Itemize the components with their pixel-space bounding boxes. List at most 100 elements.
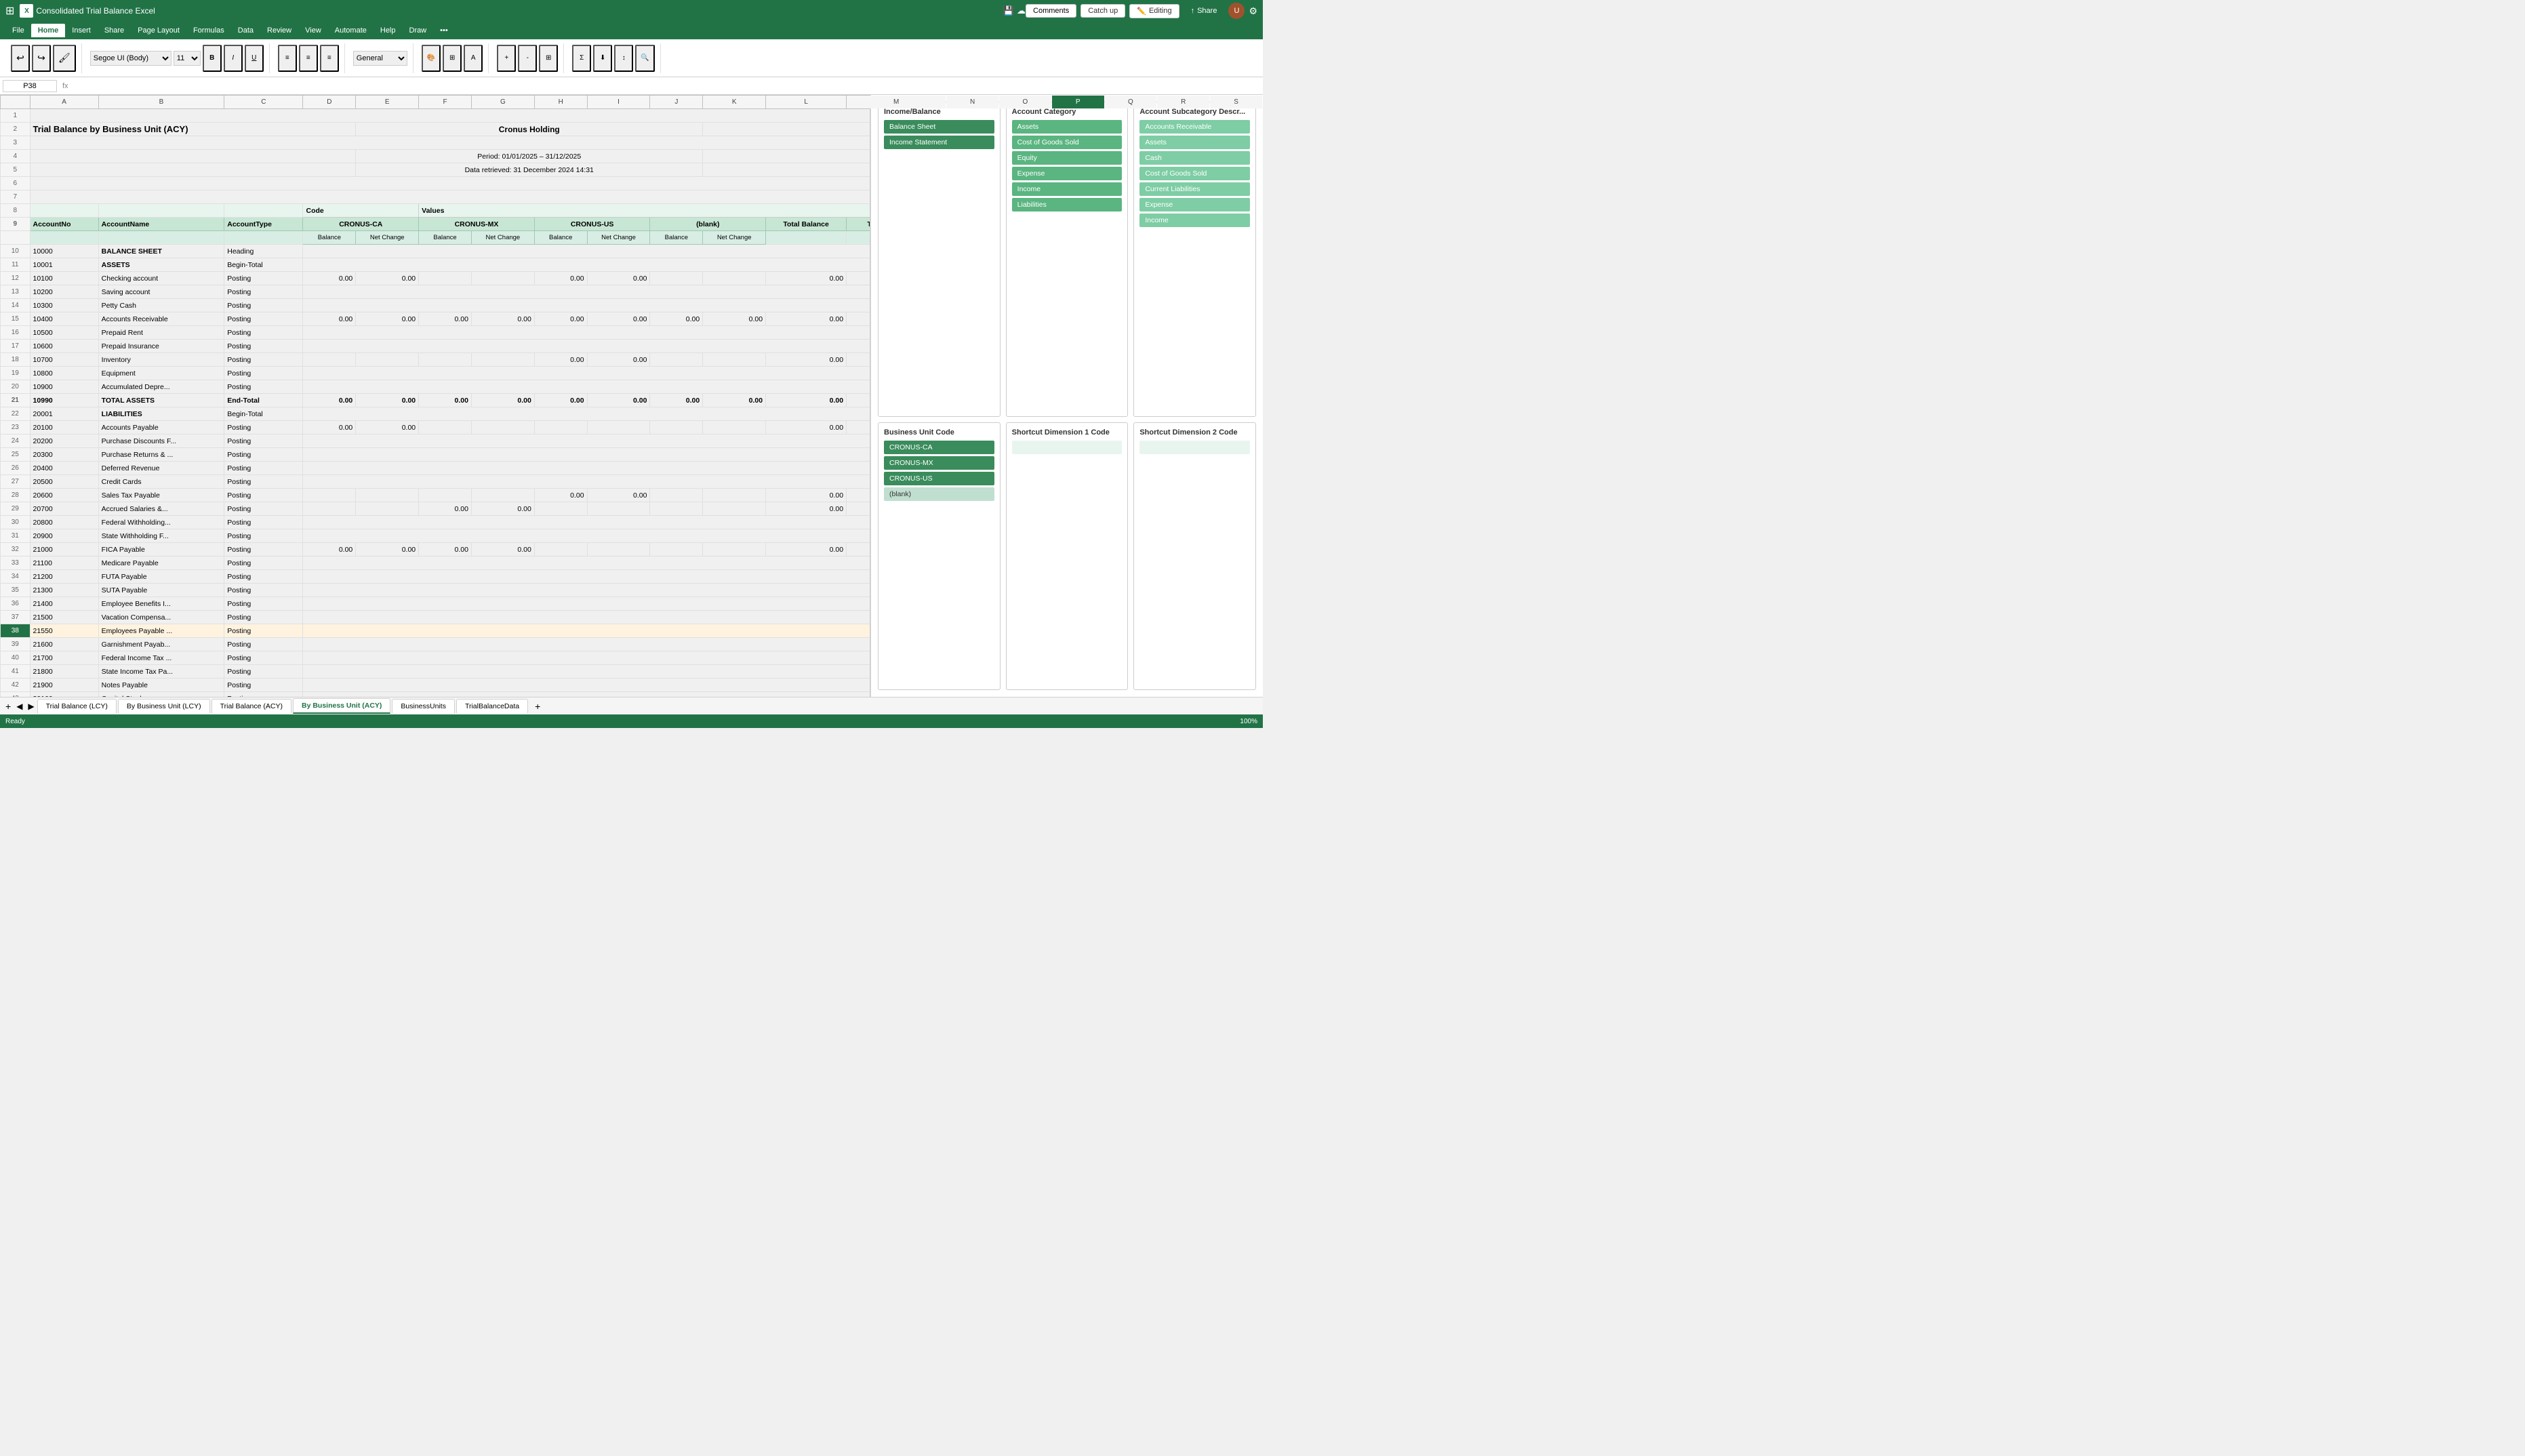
cell[interactable]: 0.00 <box>419 394 472 407</box>
cell-acctno[interactable]: 21000 <box>30 543 98 557</box>
align-center[interactable]: ≡ <box>299 45 318 72</box>
filter-item-current-liabilities[interactable]: Current Liabilities <box>1139 182 1250 196</box>
filter-item-subcateg-expense[interactable]: Expense <box>1139 198 1250 211</box>
add-sheet-button[interactable]: + <box>3 701 14 712</box>
col-header-r[interactable]: R <box>1157 96 1210 109</box>
font-selector[interactable]: Segoe UI (Body) <box>90 51 171 66</box>
cell[interactable]: 0.00 <box>419 502 472 516</box>
cell-acctno[interactable]: 20500 <box>30 475 98 489</box>
cell-accttype[interactable]: Posting <box>224 584 303 597</box>
sheet-tab-lcy[interactable]: Trial Balance (LCY) <box>37 699 117 713</box>
tab-help[interactable]: Help <box>373 24 403 37</box>
sheet-tab-bu-acy[interactable]: By Business Unit (ACY) <box>293 698 390 714</box>
cell-acctno[interactable]: 10400 <box>30 312 98 326</box>
cell-accttype[interactable]: Posting <box>224 475 303 489</box>
cell-acctno[interactable]: 21500 <box>30 611 98 624</box>
cell[interactable]: 0.00 <box>303 272 356 285</box>
cell-acctno[interactable]: 10900 <box>30 380 98 394</box>
cell[interactable] <box>703 502 766 516</box>
cell-accttype[interactable]: Posting <box>224 434 303 448</box>
col-header-f[interactable]: F <box>419 96 472 109</box>
cell[interactable] <box>587 421 650 434</box>
cell[interactable] <box>98 231 224 245</box>
col-header-j[interactable]: J <box>650 96 703 109</box>
cell[interactable]: 0.00 <box>471 502 534 516</box>
cell-balance-blank[interactable]: Balance <box>650 231 703 245</box>
cell-blank[interactable]: (blank) <box>650 218 766 231</box>
cell-netchange-mx[interactable]: Net Change <box>471 231 534 245</box>
cell[interactable]: 0.00 <box>587 272 650 285</box>
undo-button[interactable]: ↩ <box>11 45 30 72</box>
cell-acctname[interactable]: Notes Payable <box>98 679 224 692</box>
cell-accttype[interactable]: Posting <box>224 611 303 624</box>
cell-accttype[interactable]: Posting <box>224 285 303 299</box>
cell-accttype[interactable]: Posting <box>224 502 303 516</box>
col-header-i[interactable]: I <box>587 96 650 109</box>
cell[interactable] <box>703 353 766 367</box>
cell[interactable]: 0.00 <box>471 312 534 326</box>
cell-acct-type[interactable]: AccountType <box>224 218 303 231</box>
cell-accttype[interactable]: Posting <box>224 679 303 692</box>
cell[interactable] <box>650 353 703 367</box>
filter-item-equity[interactable]: Equity <box>1012 151 1123 165</box>
tab-home[interactable]: Home <box>31 24 66 37</box>
cell[interactable]: 0.00 <box>303 312 356 326</box>
cell-acctno[interactable]: 20400 <box>30 462 98 475</box>
cell[interactable] <box>419 272 472 285</box>
sheet-nav-left[interactable]: ◀ <box>14 702 25 711</box>
cell[interactable] <box>98 204 224 218</box>
sheet-tab-acy[interactable]: Trial Balance (ACY) <box>211 699 291 713</box>
align-right[interactable]: ≡ <box>320 45 339 72</box>
col-header-g[interactable]: G <box>471 96 534 109</box>
filter-item-balance-sheet[interactable]: Balance Sheet <box>884 120 994 134</box>
cloud-icon[interactable]: ☁ <box>1017 5 1026 16</box>
cell-acctno[interactable]: 10000 <box>30 245 98 258</box>
cell-acctno[interactable]: 10001 <box>30 258 98 272</box>
cell-accttype[interactable]: Posting <box>224 638 303 651</box>
cell-acctname[interactable]: Saving account <box>98 285 224 299</box>
cell[interactable] <box>356 353 419 367</box>
filter-item-accounts-receivable[interactable]: Accounts Receivable <box>1139 120 1250 134</box>
cell-acctno[interactable]: 20800 <box>30 516 98 529</box>
cell-acctno[interactable]: 20600 <box>30 489 98 502</box>
cell-acctno[interactable]: 10990 <box>30 394 98 407</box>
cell-acctname[interactable]: Accumulated Depre... <box>98 380 224 394</box>
font-size-selector[interactable]: 11 <box>174 51 201 66</box>
app-grid-icon[interactable]: ⊞ <box>5 4 14 18</box>
cell[interactable] <box>303 407 946 421</box>
sheet-nav-right[interactable]: ▶ <box>25 702 37 711</box>
filter-item-cronus-ca[interactable]: CRONUS-CA <box>884 441 994 454</box>
cell[interactable] <box>650 502 703 516</box>
underline-button[interactable]: U <box>245 45 264 72</box>
cell[interactable] <box>303 597 946 611</box>
filter-item-subcateg-assets[interactable]: Assets <box>1139 136 1250 149</box>
cell[interactable]: 0.00 <box>766 489 847 502</box>
cell-acctno[interactable]: 30100 <box>30 692 98 697</box>
cell-acctno[interactable]: 10800 <box>30 367 98 380</box>
cell-accttype[interactable]: Posting <box>224 516 303 529</box>
cell-cronus-mx[interactable]: CRONUS-MX <box>419 218 535 231</box>
cell-accttype[interactable]: Posting <box>224 665 303 679</box>
col-header-a[interactable]: A <box>30 96 98 109</box>
cell[interactable]: 0.00 <box>766 394 847 407</box>
name-box[interactable]: P38 <box>3 80 57 92</box>
user-avatar[interactable]: U <box>1228 3 1245 19</box>
tab-file[interactable]: File <box>5 24 31 37</box>
cell-acctno[interactable]: 20900 <box>30 529 98 543</box>
cell[interactable] <box>303 665 946 679</box>
formula-input[interactable] <box>74 82 1260 90</box>
cell[interactable]: 0.00 <box>356 394 419 407</box>
cell[interactable] <box>303 258 946 272</box>
cell[interactable] <box>534 421 587 434</box>
col-header-s[interactable]: S <box>1210 96 1263 109</box>
cell-acctname[interactable]: Accrued Salaries &... <box>98 502 224 516</box>
cell-accttype[interactable]: Posting <box>224 489 303 502</box>
cell-acctname[interactable]: Employees Payable ... <box>98 624 224 638</box>
filter-item-cogs[interactable]: Cost of Goods Sold <box>1012 136 1123 149</box>
cell[interactable]: 0.00 <box>766 312 847 326</box>
cell[interactable] <box>650 421 703 434</box>
cell-accttype[interactable]: Posting <box>224 421 303 434</box>
cell[interactable] <box>356 489 419 502</box>
cell[interactable] <box>419 353 472 367</box>
cell[interactable]: 0.00 <box>303 543 356 557</box>
